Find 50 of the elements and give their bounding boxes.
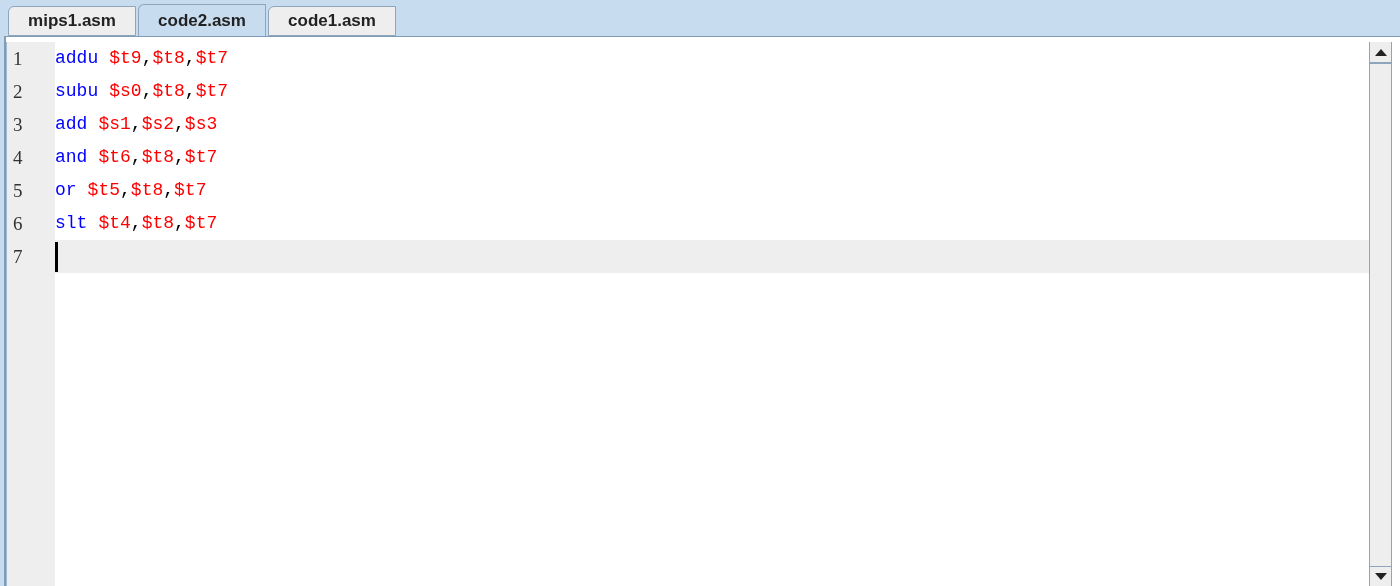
line-number: 2 [13, 79, 23, 104]
register-operand: $t6 [98, 146, 131, 169]
register-operand: $t7 [184, 212, 218, 235]
file-tab[interactable]: code1.asm [268, 6, 396, 36]
register-operand: $s1 [98, 113, 131, 136]
comma: , [130, 113, 142, 136]
down-arrow-icon [1374, 573, 1387, 580]
comma: , [130, 146, 142, 169]
register-operand: $t8 [152, 47, 185, 70]
comma: , [130, 212, 142, 235]
text-cursor [55, 241, 58, 272]
comma: , [120, 179, 131, 202]
line-number: 4 [13, 145, 23, 170]
line-number: 5 [13, 178, 23, 203]
register-operand: $t8 [130, 179, 164, 202]
comma: , [184, 80, 196, 103]
comma: , [141, 80, 153, 103]
comma: , [174, 146, 185, 169]
register-operand: $t7 [195, 47, 229, 70]
register-operand: $t7 [195, 80, 229, 103]
instruction-keyword: and [55, 146, 88, 169]
register-operand: $t7 [184, 146, 218, 169]
line-number: 3 [13, 112, 23, 137]
instruction-keyword: subu [55, 80, 99, 103]
line-number: 1 [13, 46, 23, 71]
file-tab[interactable]: mips1.asm [8, 6, 136, 36]
instruction-keyword: addu [55, 47, 99, 70]
file-tab[interactable]: code2.asm [138, 4, 266, 36]
register-operand: $t7 [174, 179, 207, 202]
register-operand: $s0 [109, 80, 142, 103]
register-operand: $t5 [87, 179, 120, 202]
comma: , [184, 47, 196, 70]
line-number: 7 [13, 244, 23, 269]
register-operand: $t4 [98, 212, 131, 235]
line-number: 6 [13, 211, 23, 236]
comma: , [163, 179, 175, 202]
register-operand: $t8 [141, 146, 175, 169]
instruction-keyword: slt [55, 212, 88, 235]
vertical-scrollbar[interactable] [1369, 42, 1392, 586]
register-operand: $s3 [184, 113, 218, 136]
register-operand: $t8 [141, 212, 175, 235]
register-operand: $t9 [109, 47, 142, 70]
comma: , [141, 47, 153, 70]
up-arrow-icon [1374, 48, 1387, 56]
comma: , [174, 113, 185, 136]
comma: , [174, 212, 185, 235]
register-operand: $s2 [141, 113, 175, 136]
instruction-keyword: or [55, 179, 77, 202]
register-operand: $t8 [152, 80, 185, 103]
instruction-keyword: add [55, 113, 88, 136]
